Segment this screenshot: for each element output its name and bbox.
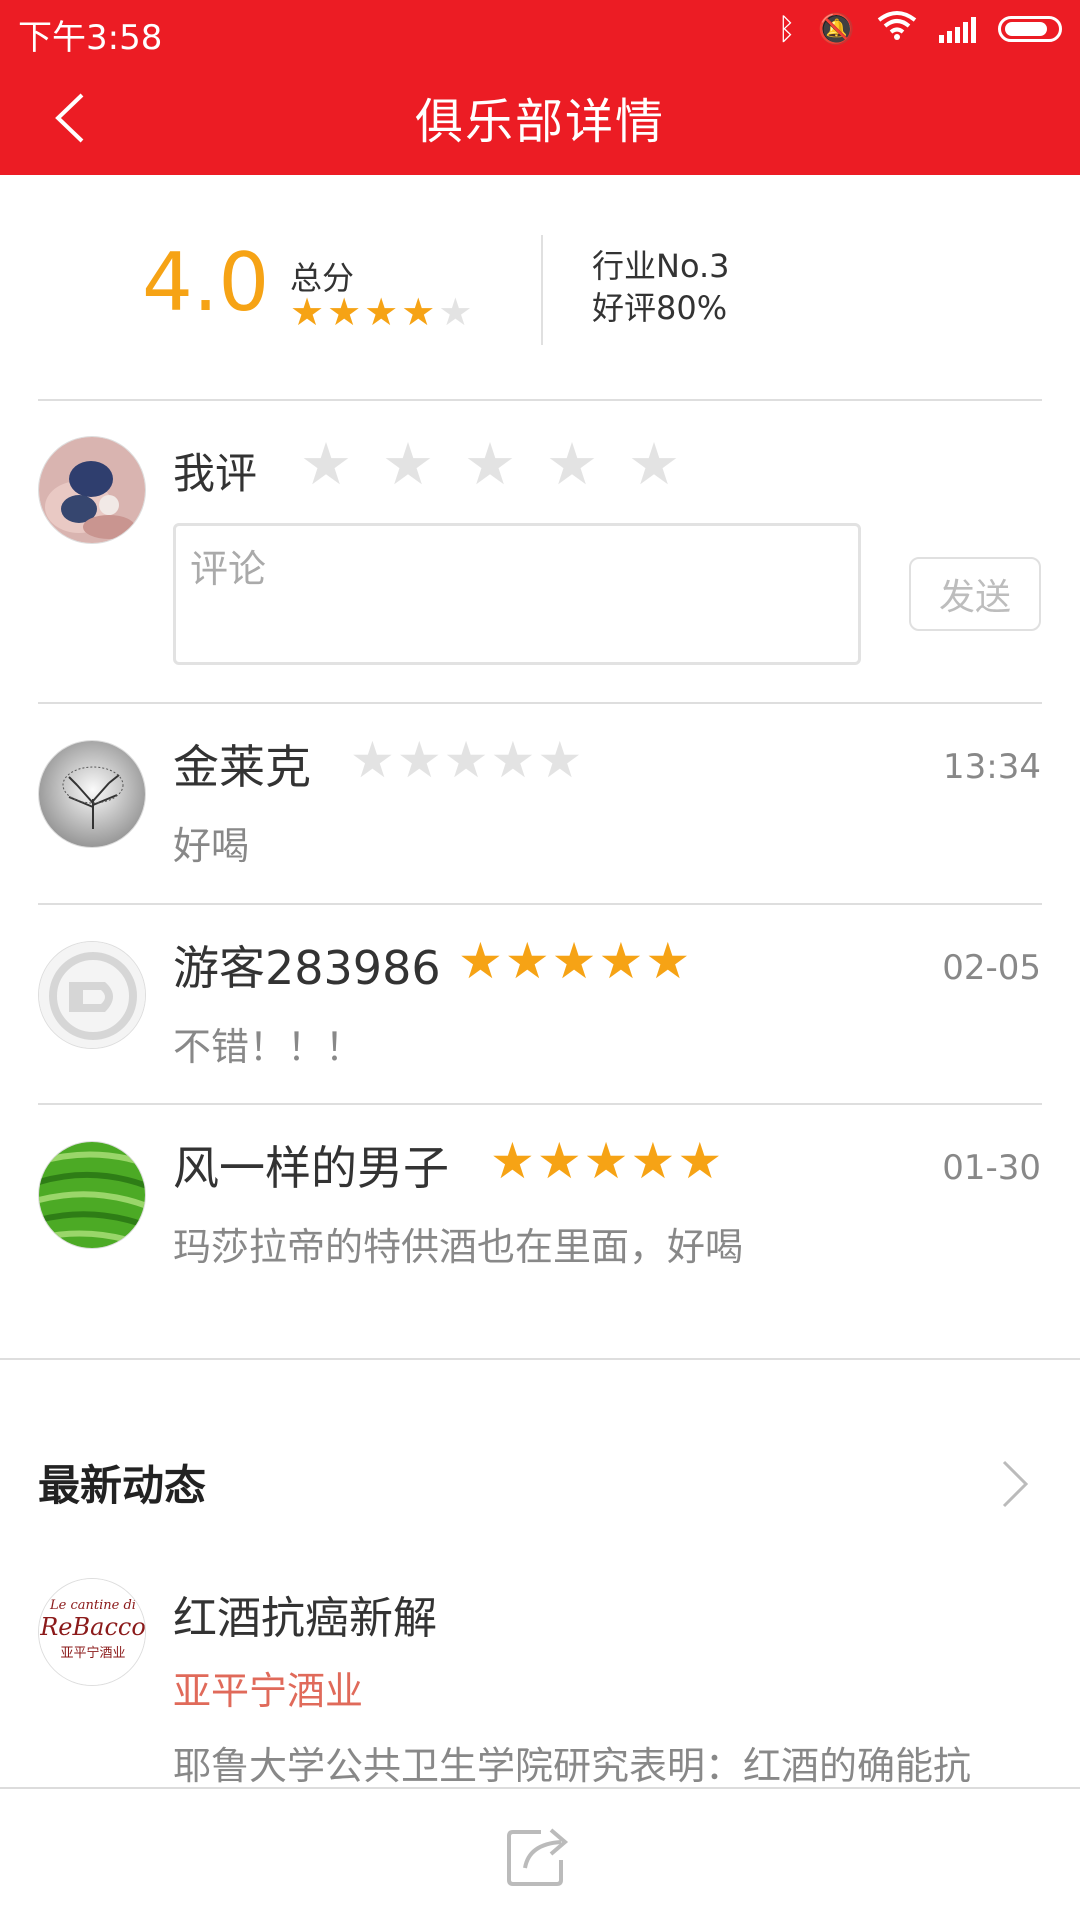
rating-star-3[interactable]: ★	[464, 435, 516, 493]
review-text: 不错！！！	[173, 1025, 364, 1069]
star-icon: ★	[438, 290, 473, 334]
star-icon: ★	[350, 731, 395, 789]
star-icon: ★	[551, 932, 597, 990]
review-item: 风一样的男子 ★ ★ ★ ★ ★ 01-30 玛莎拉帝的特供酒也在里面，好喝	[0, 1104, 1080, 1304]
star-icon: ★	[598, 932, 644, 990]
star-icon: ★	[396, 731, 442, 789]
industry-info: 行业No.3 好评80%	[592, 245, 730, 329]
share-icon	[507, 1828, 569, 1886]
star-icon: ★	[458, 932, 503, 990]
my-avatar	[38, 436, 146, 544]
svg-text:亚平宁酒业: 亚平宁酒业	[60, 1645, 125, 1661]
reviewer-avatar	[38, 1141, 146, 1249]
page-title: 俱乐部详情	[414, 94, 665, 150]
svg-text:ReBacco: ReBacco	[39, 1613, 146, 1641]
section-divider	[0, 1358, 1080, 1360]
bluetooth-icon: ᛒ	[777, 11, 796, 47]
status-icons: ᛒ 🔕	[778, 10, 1062, 48]
score-value: 4.0	[142, 236, 270, 329]
bottom-bar	[0, 1787, 1080, 1922]
battery-icon	[998, 16, 1062, 42]
star-icon: ★	[443, 731, 489, 789]
review-date: 13:34	[943, 747, 1041, 787]
share-button[interactable]	[505, 1824, 573, 1888]
star-icon: ★	[290, 290, 325, 334]
review-stars: ★ ★ ★ ★ ★	[490, 1136, 722, 1186]
star-icon: ★	[490, 731, 536, 789]
review-stars: ★ ★ ★ ★ ★	[458, 936, 690, 986]
news-description: 耶鲁大学公共卫生学院研究表明：红酒的确能抗	[173, 1744, 972, 1788]
star-icon: ★	[645, 932, 691, 990]
star-icon: ★	[677, 1132, 723, 1190]
review-date: 02-05	[942, 948, 1041, 988]
reviewer-avatar	[38, 941, 146, 1049]
divider	[541, 235, 543, 345]
svg-text:Le cantine di: Le cantine di	[49, 1598, 136, 1613]
signal-icon	[939, 15, 976, 43]
reviewer-name: 金莱克	[173, 740, 311, 794]
rating-star-2[interactable]: ★	[382, 435, 434, 493]
mute-bell-icon: 🔕	[817, 11, 855, 47]
score-stars: ★ ★ ★ ★ ★	[290, 293, 472, 331]
review-text: 玛莎拉帝的特供酒也在里面，好喝	[173, 1225, 744, 1269]
score-summary: 4.0 总分 ★ ★ ★ ★ ★ 行业No.3 好评80%	[0, 175, 1080, 400]
star-icon: ★	[504, 932, 550, 990]
star-icon: ★	[536, 1132, 582, 1190]
star-icon: ★	[364, 290, 399, 334]
divider	[38, 399, 1042, 401]
star-icon: ★	[327, 290, 362, 334]
review-stars: ★ ★ ★ ★ ★	[350, 735, 582, 785]
comment-input[interactable]	[173, 523, 861, 665]
rating-star-1[interactable]: ★	[300, 435, 352, 493]
review-item: 金莱克 ★ ★ ★ ★ ★ 13:34 好喝	[0, 703, 1080, 903]
section-title[interactable]: 最新动态	[38, 1452, 206, 1513]
reviewer-name: 游客283986	[173, 941, 441, 995]
news-title[interactable]: 红酒抗癌新解	[173, 1582, 437, 1646]
wifi-icon	[877, 10, 917, 48]
review-text: 好喝	[173, 824, 250, 868]
good-rate: 好评80%	[592, 289, 728, 327]
status-time: 下午3:58	[18, 18, 163, 58]
star-icon: ★	[630, 1132, 676, 1190]
send-button[interactable]: 发送	[909, 557, 1041, 631]
my-rating-stars[interactable]: ★ ★ ★ ★ ★	[300, 435, 680, 493]
rating-star-5[interactable]: ★	[628, 435, 680, 493]
industry-rank: 行业No.3	[592, 247, 730, 285]
star-icon: ★	[537, 731, 583, 789]
review-date: 01-30	[942, 1148, 1041, 1188]
reviewer-avatar	[38, 740, 146, 848]
review-item: 游客283986 ★ ★ ★ ★ ★ 02-05 不错！！！	[0, 904, 1080, 1104]
star-icon: ★	[401, 290, 436, 334]
rating-star-4[interactable]: ★	[546, 435, 598, 493]
reviewer-name: 风一样的男子	[173, 1141, 449, 1195]
chevron-right-icon[interactable]	[1000, 1458, 1030, 1510]
star-icon: ★	[583, 1132, 629, 1190]
star-icon: ★	[490, 1132, 535, 1190]
news-source-logo: Le cantine di ReBacco 亚平宁酒业	[38, 1578, 146, 1686]
my-review-label: 我评	[173, 449, 258, 498]
news-source: 亚平宁酒业	[173, 1669, 364, 1713]
app-header: 下午3:58 ᛒ 🔕 俱乐部详情	[0, 0, 1080, 175]
